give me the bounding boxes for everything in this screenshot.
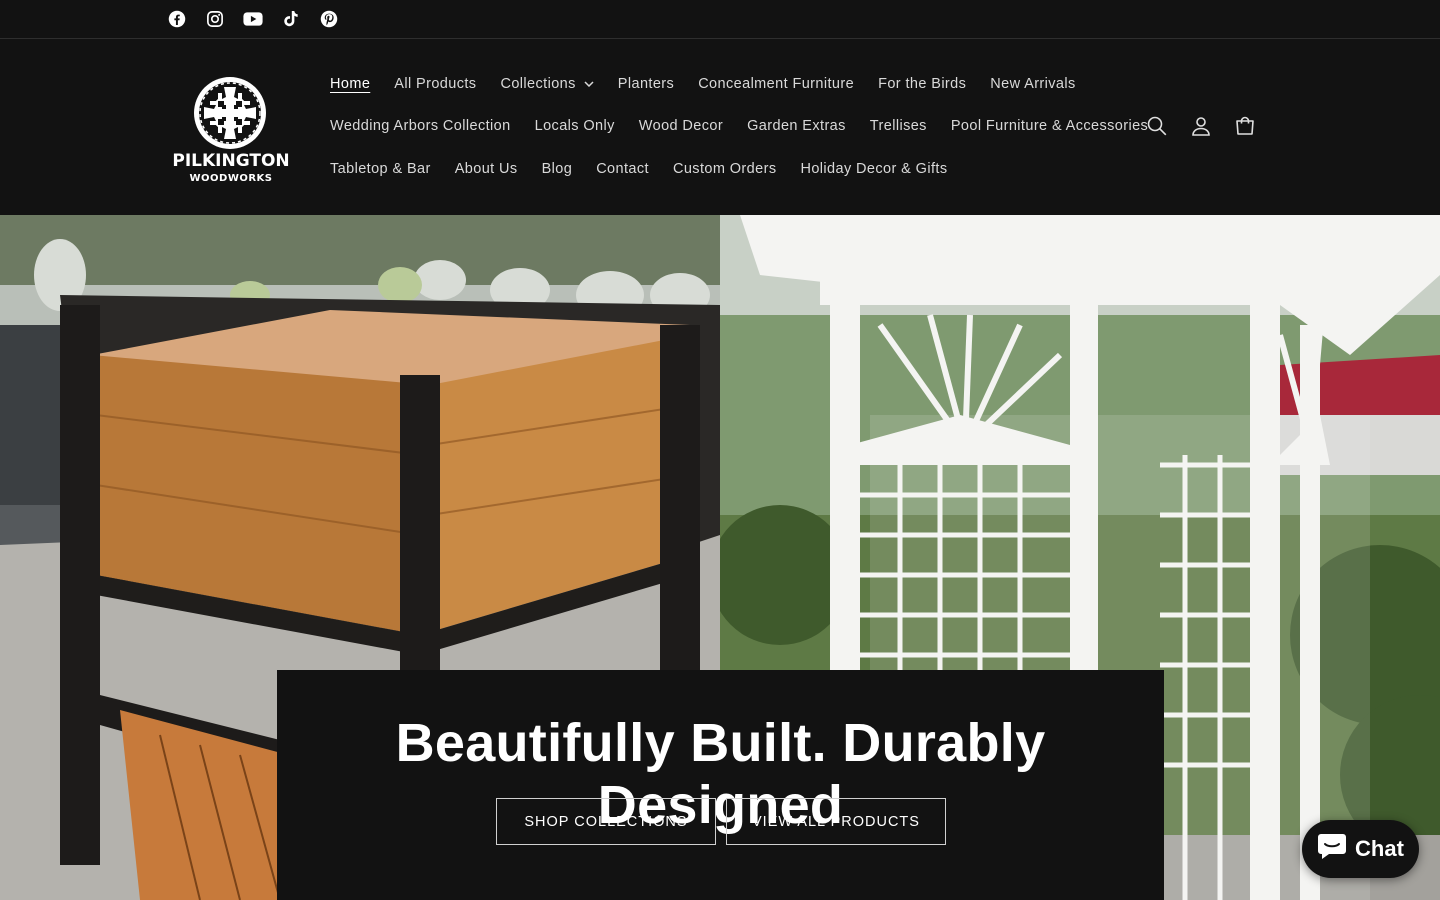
view-all-products-button[interactable]: VIEW ALL PRODUCTS: [726, 798, 946, 845]
nav-row-1: Home All Products Collections Planters C…: [318, 74, 1088, 94]
facebook-icon[interactable]: [166, 8, 188, 30]
nav-item-wood-decor[interactable]: Wood Decor: [627, 116, 735, 136]
nav-item-garden-extras[interactable]: Garden Extras: [735, 116, 858, 136]
nav-item-for-the-birds[interactable]: For the Birds: [866, 74, 978, 94]
nav-item-about-us[interactable]: About Us: [443, 159, 530, 179]
social-bar: [0, 0, 1440, 39]
site-header: PILKINGTON WOODWORKS Home All Products C…: [0, 39, 1440, 215]
nav-item-wedding-arbors[interactable]: Wedding Arbors Collection: [318, 116, 523, 136]
nav-item-home[interactable]: Home: [318, 74, 382, 94]
hero-banner: Beautifully Built. Durably Designed SHOP…: [0, 215, 1440, 900]
logo-text-primary: PILKINGTON: [172, 151, 290, 171]
nav-item-planters[interactable]: Planters: [606, 74, 686, 94]
nav-item-pool-furniture[interactable]: Pool Furniture & Accessories: [939, 116, 1160, 136]
nav-item-new-arrivals[interactable]: New Arrivals: [978, 74, 1087, 94]
shop-collections-button[interactable]: SHOP COLLECTIONS: [496, 798, 716, 845]
logo-text-secondary: WOODWORKS: [189, 173, 273, 184]
social-icons: [166, 8, 340, 30]
hero-title: Beautifully Built. Durably Designed: [395, 713, 1046, 835]
nav-item-collections[interactable]: Collections: [488, 74, 605, 94]
nav-row-2: Wedding Arbors Collection Locals Only Wo…: [318, 116, 1160, 136]
nav-item-blog[interactable]: Blog: [530, 159, 585, 179]
account-icon[interactable]: [1190, 114, 1212, 138]
nav-item-custom-orders[interactable]: Custom Orders: [661, 159, 789, 179]
nav-item-locals-only[interactable]: Locals Only: [523, 116, 627, 136]
cart-icon[interactable]: [1234, 114, 1256, 138]
search-icon[interactable]: [1146, 114, 1168, 138]
chat-icon: [1317, 832, 1347, 866]
nav-item-concealment-furniture[interactable]: Concealment Furniture: [686, 74, 866, 94]
nav-item-trellises[interactable]: Trellises: [858, 116, 939, 136]
nav-item-contact[interactable]: Contact: [584, 159, 661, 179]
nav-item-collections-label: Collections: [500, 76, 576, 92]
tiktok-icon[interactable]: [280, 8, 302, 30]
chat-button[interactable]: Chat: [1302, 820, 1419, 878]
chevron-down-icon: [584, 81, 594, 87]
logo-emblem: [194, 77, 266, 149]
chat-label: Chat: [1355, 836, 1404, 861]
nav-row-3: Tabletop & Bar About Us Blog Contact Cus…: [318, 159, 959, 179]
site-logo[interactable]: PILKINGTON WOODWORKS: [172, 75, 290, 187]
youtube-icon[interactable]: [242, 8, 264, 30]
header-icons: [1146, 114, 1256, 138]
nav-item-holiday-decor[interactable]: Holiday Decor & Gifts: [788, 159, 959, 179]
nav-item-tabletop-bar[interactable]: Tabletop & Bar: [318, 159, 443, 179]
hero-content-box: Beautifully Built. Durably Designed SHOP…: [277, 670, 1164, 900]
nav-item-all-products[interactable]: All Products: [382, 74, 488, 94]
pinterest-icon[interactable]: [318, 8, 340, 30]
instagram-icon[interactable]: [204, 8, 226, 30]
